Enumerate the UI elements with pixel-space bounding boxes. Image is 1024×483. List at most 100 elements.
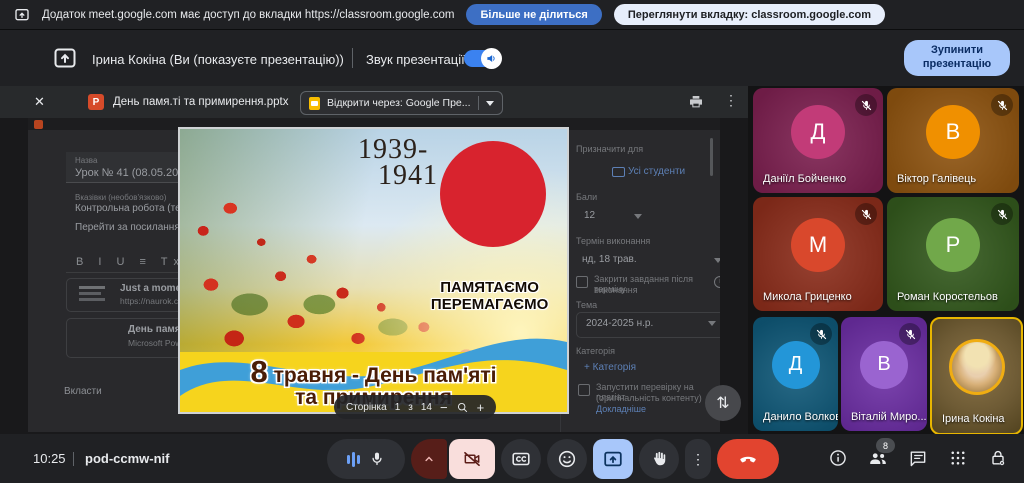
participant-tile[interactable]: В Віктор Галівець — [887, 88, 1019, 193]
chevron-down-icon — [714, 258, 720, 263]
present-now-button[interactable] — [593, 439, 633, 479]
mic-off-icon — [855, 203, 877, 225]
participant-tile[interactable]: Д Данило Волков — [753, 317, 838, 431]
participant-tile[interactable]: М Микола Гриценко — [753, 197, 883, 311]
close-icon[interactable]: ✕ — [34, 94, 45, 110]
presentation-slide: 1939- 1941 ПАМЯТАЄМО ПЕРЕМАГАЄМО — [178, 127, 569, 414]
tab-share-banner: Додаток meet.google.com має доступ до вк… — [0, 0, 1024, 30]
avatar: Д — [772, 341, 820, 389]
presentation-audio-toggle[interactable] — [464, 50, 500, 67]
points-label: Бали — [576, 192, 597, 202]
captions-button[interactable] — [501, 439, 541, 479]
slide-years: 1939- 1941 — [358, 137, 438, 189]
stop-presentation-button[interactable]: Зупинити презентацію — [904, 40, 1010, 76]
microphone-button[interactable] — [327, 439, 405, 479]
learn-more-link: Докладніше — [596, 404, 646, 414]
present-icon — [602, 448, 624, 470]
swap-layout-button[interactable]: ⇅ — [705, 385, 741, 421]
category-label: Категорія — [576, 346, 615, 356]
divider — [352, 48, 353, 68]
slide-motto: ПАМЯТАЄМО ПЕРЕМАГАЄМО — [431, 279, 548, 314]
participant-tile[interactable]: В Віталій Миро... — [841, 317, 927, 431]
zoom-in-button[interactable]: + — [477, 401, 485, 414]
raise-hand-icon — [649, 449, 669, 469]
avatar: В — [860, 341, 908, 389]
participant-tile-self[interactable]: Ірина Кокіна — [930, 317, 1023, 435]
all-students-chip: Усі студенти — [628, 166, 685, 177]
meeting-code: pod-ccmw-nif — [85, 451, 170, 466]
avatar: В — [926, 105, 980, 159]
scrollbar — [710, 138, 713, 176]
present-icon — [52, 46, 78, 70]
attachment-thumbnail — [67, 319, 117, 357]
tab-share-icon — [14, 7, 30, 23]
clock-time: 10:25 — [33, 451, 66, 466]
apps-icon — [949, 449, 967, 467]
viewer-body: Назва Урок № 41 (08.05.2025 р.) Вказівки… — [0, 118, 748, 434]
instructions-label: Вказівки (необов'язково) — [75, 193, 166, 202]
chevron-down-icon — [634, 214, 642, 219]
participant-tile[interactable]: Р Роман Коростельов — [887, 197, 1019, 311]
mic-off-icon — [855, 94, 877, 116]
call-controls: ⋮ — [327, 439, 779, 479]
page-label: Сторінка — [346, 402, 387, 413]
poppy-symbol — [440, 141, 546, 247]
host-controls-icon — [988, 448, 1008, 468]
share-banner-text: Додаток meet.google.com має доступ до вк… — [42, 9, 454, 21]
chat-panel-button[interactable] — [906, 446, 930, 470]
participant-tile[interactable]: Д Даніїл Бойченко — [753, 88, 883, 193]
end-call-button[interactable] — [717, 439, 779, 479]
stop-sharing-button[interactable]: Більше не ділиться — [466, 4, 601, 25]
info-icon — [828, 448, 848, 468]
view-tab-button[interactable]: Переглянути вкладку: classroom.google.co… — [614, 4, 885, 25]
attach-label: Вкласти — [64, 386, 102, 397]
checkbox — [578, 384, 590, 396]
captions-icon — [510, 448, 532, 470]
chevron-up-icon — [422, 452, 436, 466]
speaker-icon — [486, 53, 497, 64]
name-label: Назва — [75, 156, 97, 165]
more-options-icon[interactable]: ⋮ — [724, 92, 738, 109]
meeting-details-button[interactable] — [826, 446, 850, 470]
camera-off-icon — [462, 449, 482, 469]
info-icon: i — [714, 276, 720, 288]
divider — [478, 96, 479, 110]
add-category-button: + Категорія — [584, 362, 636, 373]
open-with-button[interactable]: Відкрити через: Google Пре... — [300, 91, 503, 115]
google-slides-icon — [309, 97, 320, 110]
mic-off-icon — [899, 323, 921, 345]
open-with-label: Відкрити через: Google Пре... — [327, 97, 471, 109]
mic-off-icon — [991, 94, 1013, 116]
powerpoint-file-icon: P — [88, 94, 104, 110]
presenter-label: Ірина Кокіна (Ви (показуєте презентацію)… — [92, 52, 344, 67]
due-label: Термін виконання — [576, 236, 650, 246]
people-panel-button[interactable]: 8 — [866, 446, 890, 470]
activities-button[interactable] — [946, 446, 970, 470]
file-viewer-header: ✕ P День памя.ті та примирення.pptx Відк… — [0, 86, 748, 118]
google-meet-window: Додаток meet.google.com має доступ до вк… — [0, 0, 1024, 483]
divider — [73, 452, 74, 466]
mic-off-icon — [991, 203, 1013, 225]
page-of: з — [408, 402, 413, 413]
checkbox — [576, 276, 588, 288]
end-call-icon — [737, 448, 759, 470]
chevron-down-icon[interactable] — [486, 101, 494, 106]
reactions-button[interactable] — [547, 439, 587, 479]
print-icon[interactable] — [688, 94, 704, 110]
host-controls-button[interactable] — [986, 446, 1010, 470]
main-area: ✕ P День памя.ті та примирення.pptx Відк… — [0, 86, 1024, 434]
reactions-icon — [556, 448, 578, 470]
topic-label: Тема — [576, 300, 597, 310]
assign-to-label: Призначити для — [576, 144, 643, 154]
camera-options-button[interactable] — [411, 439, 447, 479]
close-after-label2: виконання — [594, 285, 638, 295]
zoom-out-button[interactable]: − — [440, 401, 448, 414]
zoom-icon[interactable] — [456, 401, 469, 414]
raise-hand-button[interactable] — [639, 439, 679, 479]
people-icon — [612, 167, 625, 177]
camera-off-button[interactable] — [449, 439, 495, 479]
points-value: 12 — [584, 210, 595, 221]
participant-name: Віталій Миро... — [851, 411, 927, 423]
participant-name: Роман Коростельов — [897, 291, 998, 303]
more-options-button[interactable]: ⋮ — [685, 439, 711, 479]
